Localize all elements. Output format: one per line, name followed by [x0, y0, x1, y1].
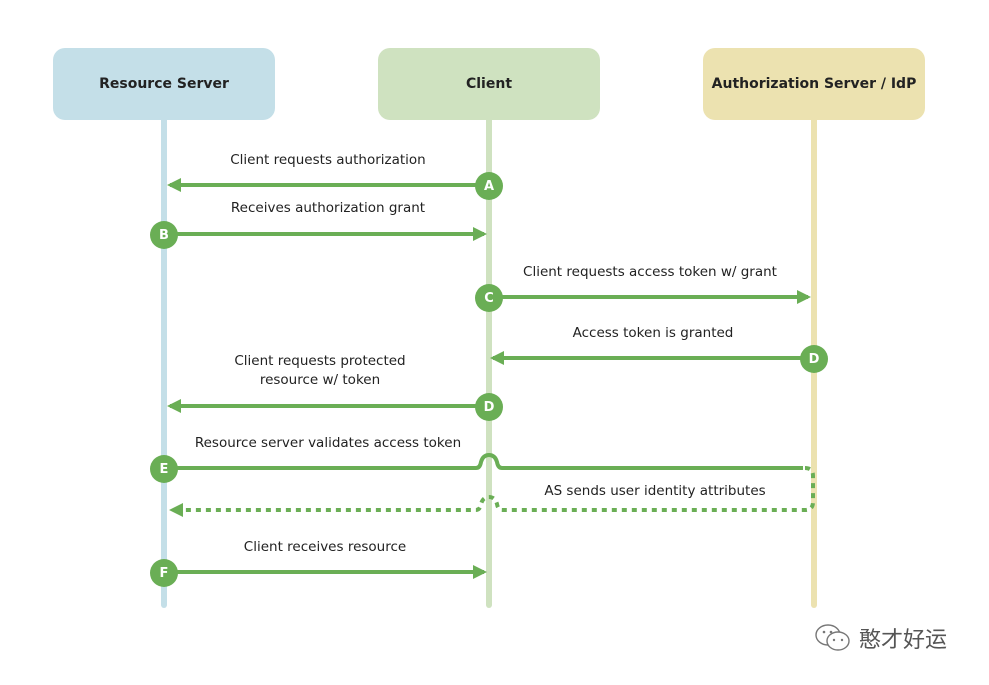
message-label-e: Resource server validates access token — [194, 435, 462, 451]
message-label-b: Receives authorization grant — [230, 200, 426, 216]
step-badge-e: E — [150, 455, 178, 483]
message-label-line: resource w/ token — [259, 372, 381, 388]
message-label-c: Client requests access token w/ grant — [523, 264, 777, 280]
message-label-as-attributes: AS sends user identity attributes — [544, 483, 766, 499]
watermark: 憨才好运 — [813, 622, 947, 654]
message-arrows — [164, 178, 815, 579]
watermark-text: 憨才好运 — [859, 628, 948, 653]
step-badge-d-token: D — [800, 345, 828, 373]
message-label-d-resource: Client requests protected resource w/ to… — [180, 352, 460, 390]
step-badge-d-resource: D — [475, 393, 503, 421]
arrow-e — [164, 452, 803, 470]
message-label-f: Client receives resource — [243, 539, 407, 555]
wechat-icon — [815, 624, 850, 651]
step-badge-b: B — [150, 221, 178, 249]
step-badge-f: F — [150, 559, 178, 587]
step-badge-c: C — [475, 284, 503, 312]
message-label-d-token: Access token is granted — [572, 325, 734, 341]
message-label-line: Client requests protected — [234, 353, 406, 369]
message-label-a: Client requests authorization — [230, 152, 426, 168]
step-badge-a: A — [475, 172, 503, 200]
